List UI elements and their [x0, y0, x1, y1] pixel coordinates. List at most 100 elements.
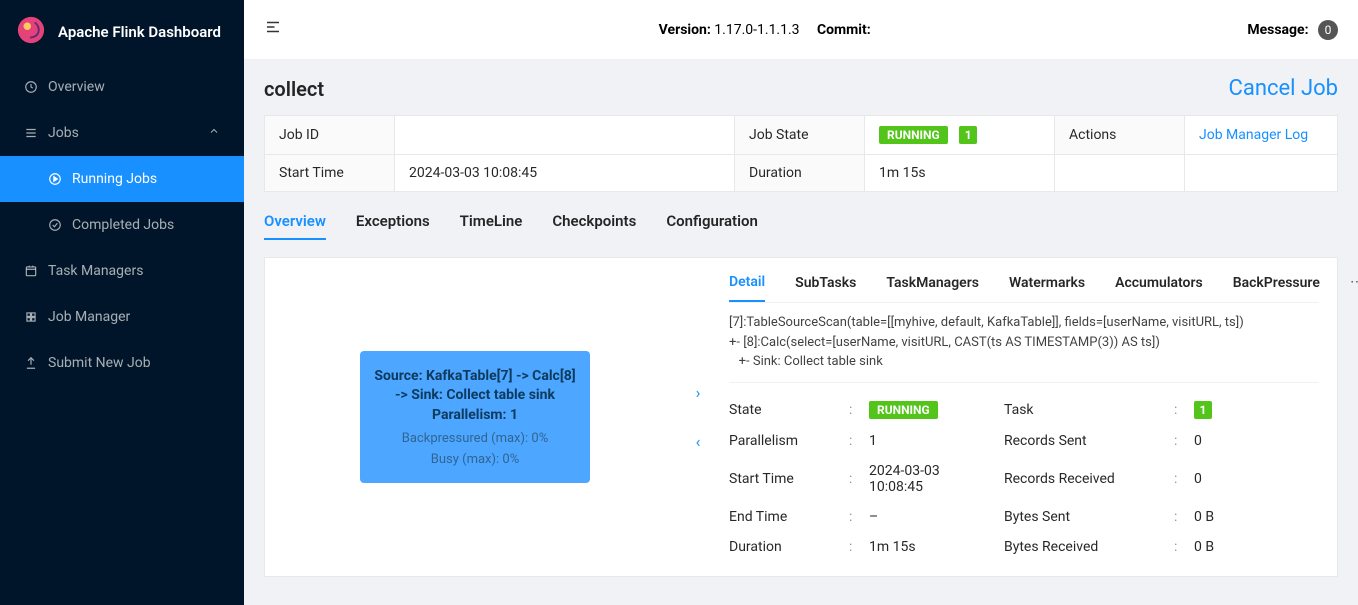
duration-label: Duration — [735, 155, 865, 192]
logo-row: Apache Flink Dashboard — [0, 0, 244, 64]
job-state-count-badge: 1 — [959, 126, 977, 144]
sidebar-item-label: Submit New Job — [48, 355, 151, 371]
bytes-sent-value: 0 B — [1194, 509, 1319, 525]
sidebar-item-task-managers[interactable]: Task Managers — [0, 248, 244, 294]
app-name: Apache Flink Dashboard — [58, 23, 221, 41]
sidebar-item-submit-new-job[interactable]: Submit New Job — [0, 340, 244, 386]
tab-subtasks[interactable]: SubTasks — [795, 273, 856, 301]
end-time-label: End Time — [729, 509, 839, 525]
tab-overview[interactable]: Overview — [264, 206, 326, 240]
job-state-label: Job State — [735, 116, 865, 155]
version-value: 1.17.0-1.1.1.3 — [714, 22, 799, 38]
flink-logo-icon — [16, 15, 46, 49]
bytes-received-value: 0 B — [1194, 539, 1319, 555]
records-sent-value: 0 — [1194, 433, 1319, 449]
overview-panel: Source: KafkaTable[7] -> Calc[8] -> Sink… — [264, 257, 1338, 577]
job-state-cell: RUNNING 1 — [865, 116, 1055, 155]
plan-text: [7]:TableSourceScan(table=[[myhive, defa… — [729, 313, 1319, 372]
content: collect Cancel Job Job ID Job State RUNN… — [244, 60, 1358, 605]
job-tabs: Overview Exceptions TimeLine Checkpoints… — [264, 206, 1338, 241]
tab-checkpoints[interactable]: Checkpoints — [552, 206, 636, 240]
upload-icon — [24, 356, 38, 370]
tab-accumulators[interactable]: Accumulators — [1115, 273, 1203, 301]
tab-exceptions[interactable]: Exceptions — [356, 206, 430, 240]
detail-tabs: Detail SubTasks TaskManagers Watermarks … — [729, 272, 1319, 303]
version-label: Version: — [659, 22, 711, 38]
tab-taskmanagers[interactable]: TaskManagers — [886, 273, 979, 301]
sidebar-item-overview[interactable]: Overview — [0, 64, 244, 110]
tab-watermarks[interactable]: Watermarks — [1009, 273, 1085, 301]
more-tabs-icon[interactable]: ⋯ — [1350, 274, 1358, 300]
schedule-icon — [24, 264, 38, 278]
job-id-value — [395, 116, 735, 155]
sidebar-item-label: Overview — [48, 79, 105, 95]
sidebar-item-completed-jobs[interactable]: Completed Jobs — [0, 202, 244, 248]
detail-kv-grid: State: RUNNING Task: 1 Parallelism: 1 Re… — [729, 382, 1319, 555]
start-time-label2: Start Time — [729, 471, 839, 487]
table-row: Start Time 2024-03-03 10:08:45 Duration … — [265, 155, 1338, 192]
version-info: Version: 1.17.0-1.1.1.3 Commit: — [659, 22, 871, 38]
chevron-up-icon — [208, 125, 220, 141]
actions-label: Actions — [1055, 116, 1185, 155]
sidebar-item-job-manager[interactable]: Job Manager — [0, 294, 244, 340]
expand-left-icon[interactable]: ‹ — [696, 432, 701, 451]
actions-cell: Job Manager Log — [1185, 116, 1338, 155]
bytes-received-label: Bytes Received — [1004, 539, 1164, 555]
job-id-label: Job ID — [265, 116, 395, 155]
check-circle-icon — [48, 218, 62, 232]
bytes-sent-label: Bytes Sent — [1004, 509, 1164, 525]
main: Version: 1.17.0-1.1.1.3 Commit: Message:… — [244, 0, 1358, 605]
records-received-label: Records Received — [1004, 471, 1164, 487]
sidebar-collapse-button[interactable] — [264, 18, 282, 41]
job-graph[interactable]: Source: KafkaTable[7] -> Calc[8] -> Sink… — [265, 258, 685, 576]
end-time-value: – — [869, 509, 994, 525]
detail-panel: Detail SubTasks TaskManagers Watermarks … — [711, 258, 1337, 576]
start-time-value: 2024-03-03 10:08:45 — [395, 155, 735, 192]
job-header: collect Cancel Job — [264, 76, 1338, 101]
sidebar-item-running-jobs[interactable]: Running Jobs — [0, 156, 244, 202]
bars-icon — [24, 126, 38, 140]
sidebar-item-jobs[interactable]: Jobs — [0, 110, 244, 156]
graph-node[interactable]: Source: KafkaTable[7] -> Calc[8] -> Sink… — [360, 351, 590, 484]
job-manager-log-link[interactable]: Job Manager Log — [1199, 127, 1308, 143]
graph-node-backpressure: Backpressured (max): 0% — [370, 431, 580, 446]
graph-node-title: Source: KafkaTable[7] -> Calc[8] -> Sink… — [370, 367, 580, 426]
tab-configuration[interactable]: Configuration — [666, 206, 758, 240]
duration-value2: 1m 15s — [869, 539, 994, 555]
sidebar-item-label: Job Manager — [48, 309, 130, 325]
tab-detail[interactable]: Detail — [729, 272, 765, 302]
sidebar-item-label: Completed Jobs — [72, 217, 174, 233]
running-badge: RUNNING — [879, 126, 948, 144]
tab-timeline[interactable]: TimeLine — [460, 206, 523, 240]
sidebar-item-label: Running Jobs — [72, 171, 157, 187]
start-time-value2: 2024-03-03 10:08:45 — [869, 463, 994, 495]
play-circle-icon — [48, 172, 62, 186]
sidebar-item-label: Jobs — [48, 125, 79, 141]
message-label: Message: — [1247, 22, 1308, 38]
cancel-job-link[interactable]: Cancel Job — [1229, 76, 1338, 101]
expand-right-icon[interactable]: › — [696, 383, 701, 402]
sidebar-nav: Overview Jobs Running Jobs Completed Job… — [0, 64, 244, 386]
parallelism-value: 1 — [869, 433, 994, 449]
commit-label: Commit: — [817, 22, 871, 38]
records-received-value: 0 — [1194, 471, 1319, 487]
panel-splitter: › ‹ — [685, 258, 711, 576]
table-row: Job ID Job State RUNNING 1 Actions Job M… — [265, 116, 1338, 155]
parallelism-label: Parallelism — [729, 433, 839, 449]
start-time-label: Start Time — [265, 155, 395, 192]
state-value: RUNNING — [869, 401, 994, 419]
job-title: collect — [264, 77, 324, 101]
build-icon — [24, 310, 38, 324]
topbar: Version: 1.17.0-1.1.1.3 Commit: Message:… — [244, 0, 1358, 60]
graph-node-busy: Busy (max): 0% — [370, 452, 580, 467]
records-sent-label: Records Sent — [1004, 433, 1164, 449]
message-info: Message: 0 — [1247, 20, 1338, 40]
tab-backpressure[interactable]: BackPressure — [1233, 273, 1320, 301]
task-value: 1 — [1194, 401, 1319, 419]
sidebar-item-label: Task Managers — [48, 263, 143, 279]
task-label: Task — [1004, 402, 1164, 418]
message-count-badge[interactable]: 0 — [1318, 20, 1338, 40]
duration-value: 1m 15s — [865, 155, 1055, 192]
sidebar: Apache Flink Dashboard Overview Jobs Run… — [0, 0, 244, 605]
duration-label2: Duration — [729, 539, 839, 555]
